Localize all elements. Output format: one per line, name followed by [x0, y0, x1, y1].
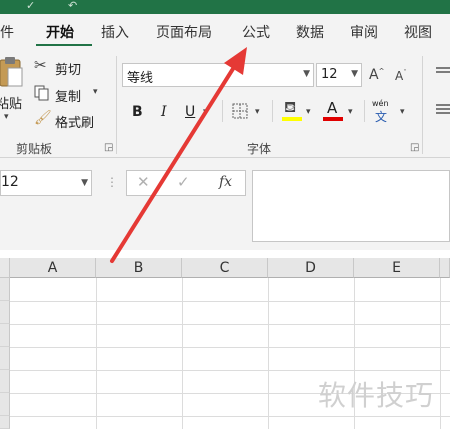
fill-color-swatch	[282, 117, 302, 121]
bold-button[interactable]: B	[132, 104, 143, 120]
tab-formulas[interactable]: 公式	[242, 22, 270, 42]
row-header[interactable]	[0, 370, 10, 393]
column-gridline	[182, 278, 183, 429]
paste-icon	[0, 57, 23, 87]
enter-icon[interactable]: ✓	[177, 175, 190, 190]
undo-icon[interactable]: ↶	[68, 0, 77, 12]
increase-font-size-icon[interactable]: A^	[369, 68, 384, 82]
paint-bucket-icon: ⛾	[284, 98, 297, 116]
column-gridline	[440, 278, 441, 429]
divider	[272, 100, 273, 122]
more-options-icon[interactable]: ⋮	[106, 176, 118, 188]
font-name-value: 等线	[127, 71, 154, 86]
format-painter-label: 格式刷	[55, 116, 95, 131]
ribbon-tabs: 文件 开始 插入 页面布局 公式 数据 审阅 视图	[0, 14, 450, 46]
tab-data[interactable]: 数据	[296, 22, 324, 42]
column-gridline	[96, 278, 97, 429]
row-header[interactable]	[0, 324, 10, 347]
align-left-icon[interactable]	[436, 103, 450, 117]
formula-input[interactable]	[252, 170, 450, 242]
clipboard-dialog-launcher-icon[interactable]: ◲	[104, 142, 113, 153]
tab-home[interactable]: 开始	[46, 22, 74, 42]
borders-icon[interactable]	[232, 103, 248, 119]
copy-icon	[34, 85, 49, 101]
font-group-label: 字体	[247, 142, 272, 156]
paste-label: 粘贴	[0, 97, 23, 112]
column-header-partial[interactable]	[440, 258, 450, 278]
column-gridline	[268, 278, 269, 429]
font-dialog-launcher-icon[interactable]: ◲	[410, 142, 419, 153]
column-header-b[interactable]: B	[96, 258, 182, 278]
group-divider	[422, 56, 423, 154]
row-header[interactable]	[0, 347, 10, 370]
decrease-font-size-icon[interactable]: Aˇ	[395, 70, 407, 83]
formula-buttons: ✕ ✓ fx	[126, 170, 246, 196]
chevron-down-icon: ▼	[81, 178, 88, 188]
phonetic-bottom-label: 文	[375, 110, 388, 124]
paintbrush-icon: 🖌	[34, 110, 52, 126]
row-header[interactable]	[0, 278, 10, 301]
tab-file[interactable]: 文件	[0, 22, 14, 42]
divider	[222, 100, 223, 122]
align-top-icon[interactable]	[436, 66, 450, 76]
name-box-value: 12	[1, 174, 19, 190]
name-box[interactable]: 12 ▼	[0, 170, 92, 196]
italic-button[interactable]: I	[161, 104, 167, 120]
clipboard-group-label: 剪贴板	[16, 142, 53, 156]
font-color-swatch	[323, 117, 343, 121]
column-header-d[interactable]: D	[268, 258, 354, 278]
cut-label: 剪切	[55, 63, 82, 78]
tab-view[interactable]: 视图	[404, 22, 432, 42]
font-color-icon: A	[327, 99, 338, 117]
watermark-text: 软件技巧	[318, 379, 435, 412]
quick-access-icon[interactable]: ✓	[26, 0, 35, 12]
copy-label: 复制	[55, 90, 82, 105]
column-header-a[interactable]: A	[10, 258, 96, 278]
row-header[interactable]	[0, 416, 10, 429]
row-gridline	[10, 324, 450, 325]
chevron-down-icon[interactable]: ▾	[255, 108, 260, 117]
tab-page-layout[interactable]: 页面布局	[156, 22, 212, 42]
phonetic-top-label: wén	[372, 99, 389, 108]
chevron-down-icon[interactable]: ▾	[348, 108, 353, 117]
font-name-select[interactable]: 等线 ▼	[122, 63, 314, 87]
group-divider	[116, 56, 117, 154]
underline-button[interactable]: U	[185, 104, 195, 120]
row-gridline	[10, 301, 450, 302]
chevron-down-icon: ▼	[351, 69, 358, 79]
divider	[364, 100, 365, 122]
chevron-down-icon[interactable]: ▾	[306, 108, 311, 117]
row-gridline	[10, 416, 450, 417]
font-size-select[interactable]: 12 ▼	[316, 63, 362, 87]
tab-review[interactable]: 审阅	[350, 22, 378, 42]
row-header[interactable]	[0, 393, 10, 416]
insert-function-button[interactable]: fx	[219, 174, 232, 190]
select-all-button[interactable]	[0, 258, 10, 278]
row-gridline	[10, 370, 450, 371]
chevron-down-icon: ▼	[303, 69, 310, 79]
row-header[interactable]	[0, 301, 10, 324]
title-bar: ✓ ↶	[0, 0, 450, 14]
chevron-down-icon[interactable]: ▾	[400, 108, 405, 117]
row-gridline	[10, 347, 450, 348]
column-header-e[interactable]: E	[354, 258, 440, 278]
chevron-down-icon[interactable]: ▾	[93, 88, 98, 97]
chevron-down-icon[interactable]: ▾	[203, 108, 208, 117]
column-header-c[interactable]: C	[182, 258, 268, 278]
font-size-value: 12	[321, 67, 338, 82]
tab-insert[interactable]: 插入	[101, 22, 129, 42]
cancel-icon[interactable]: ✕	[137, 175, 150, 190]
chevron-down-icon: ▾	[4, 112, 9, 122]
scissors-icon: ✂	[34, 56, 47, 74]
